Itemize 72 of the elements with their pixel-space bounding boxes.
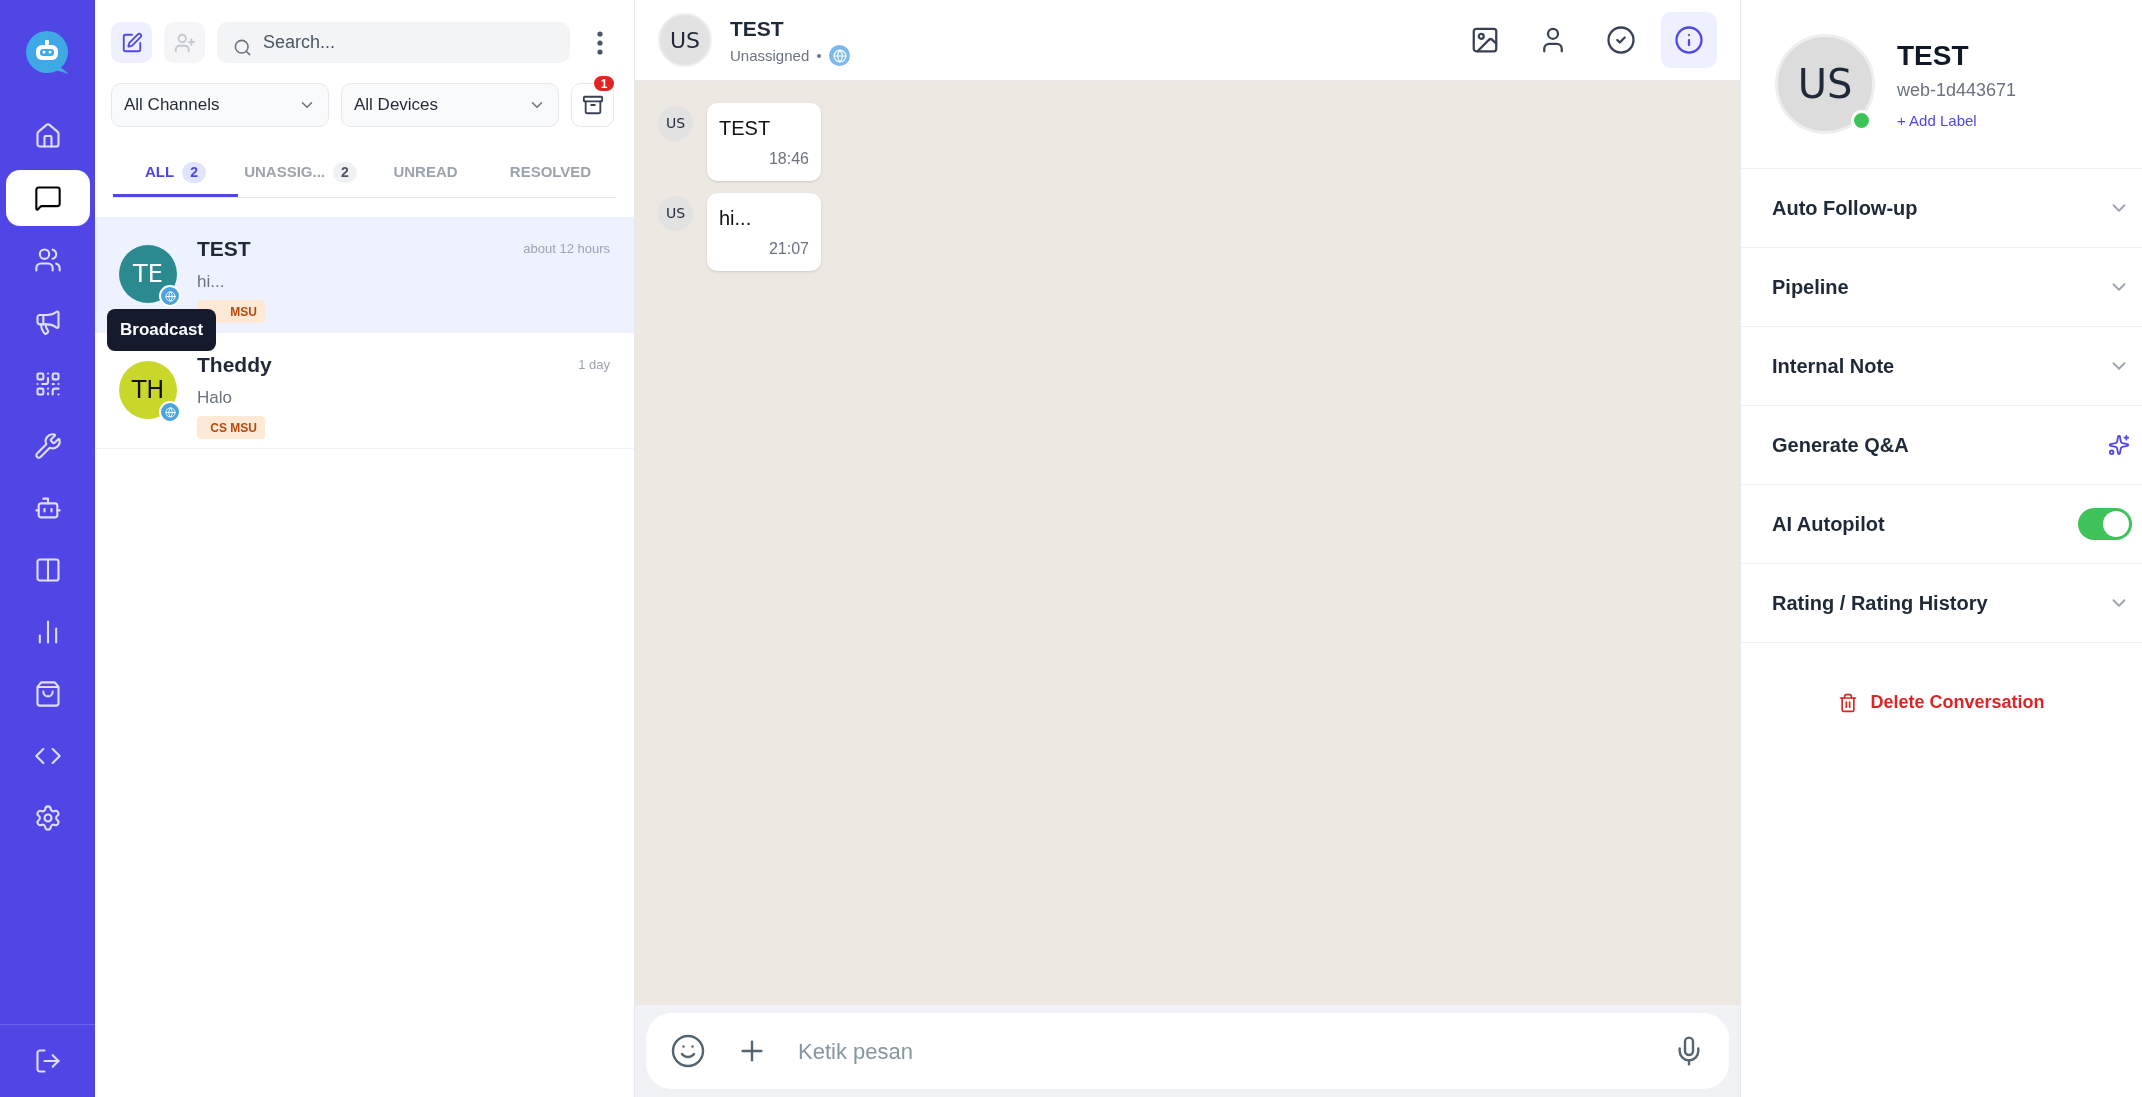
toggle-switch[interactable] (2078, 508, 2132, 540)
search-icon (233, 38, 252, 57)
section-label: Pipeline (1772, 275, 1849, 300)
settings-icon (33, 804, 62, 832)
time-label: 1 day (578, 356, 610, 374)
archive-icon (581, 94, 604, 116)
compose-button[interactable] (111, 22, 152, 63)
user-plus-icon (173, 31, 196, 54)
globe-icon (159, 401, 181, 423)
panel-row[interactable]: Rating / Rating History (1741, 564, 2142, 643)
megaphone-icon (33, 308, 62, 336)
panel-row[interactable]: Generate Q&A (1741, 406, 2142, 485)
pencil-square-icon (120, 31, 143, 54)
tag: CS MSU (197, 416, 265, 439)
sparkles-icon (2108, 434, 2130, 456)
section-label: Internal Note (1772, 354, 1895, 379)
contacts-icon (33, 246, 62, 274)
avatar: TH (119, 361, 177, 419)
contact-name: Theddy (197, 352, 272, 378)
avatar: US (658, 196, 693, 231)
chat-icon (33, 184, 62, 212)
globe-icon (159, 285, 181, 307)
avatar: US (658, 106, 693, 141)
wrench-icon (33, 432, 62, 460)
panel-row[interactable]: Pipeline (1741, 248, 2142, 327)
home-icon (33, 122, 62, 150)
shopping-bag-icon (33, 680, 62, 708)
filter-tab[interactable]: ALL 2 (113, 151, 238, 197)
emoji-icon[interactable] (670, 1033, 706, 1069)
panel-row[interactable]: Auto Follow-up (1741, 169, 2142, 248)
delete-conversation-button[interactable]: Delete Conversation (1838, 689, 2045, 716)
panel-row[interactable]: Internal Note (1741, 327, 2142, 406)
message-time: 18:46 (768, 149, 809, 169)
message-text: hi... (719, 206, 753, 231)
message-preview: Halo (197, 386, 233, 409)
filter-dropdown[interactable]: All Channels (111, 83, 329, 127)
section-label: AI Autopilot (1772, 512, 1885, 537)
check-circle-icon (1606, 25, 1636, 55)
message-composer[interactable]: Ketik pesan (646, 1013, 1729, 1089)
trash-icon (1838, 692, 1859, 713)
avatar: TE (119, 245, 177, 303)
filter-dropdown[interactable]: All Devices (341, 83, 559, 127)
contact-name: TEST (1897, 39, 1970, 74)
toolbar-button[interactable] (1661, 12, 1717, 68)
contact-name: TEST (197, 236, 251, 262)
time-label: about 12 hours (523, 240, 610, 258)
notification-badge: 1 (594, 76, 614, 91)
info-icon (1674, 25, 1704, 55)
logout-button[interactable] (33, 1047, 62, 1075)
search-field[interactable]: Search... (217, 22, 570, 63)
more-icon (597, 30, 603, 55)
section-label: Auto Follow-up (1772, 196, 1918, 221)
avatar: US (1775, 34, 1875, 134)
chat-title: TEST (730, 16, 785, 42)
section-label: Generate Q&A (1772, 433, 1909, 458)
avatar: US (658, 13, 712, 67)
panel-row[interactable]: AI Autopilot (1741, 485, 2142, 564)
globe-icon (829, 45, 851, 67)
nav-item[interactable] (5, 170, 90, 226)
message-time: 21:07 (768, 239, 809, 259)
tooltip: Broadcast (107, 309, 217, 351)
logo-icon[interactable] (24, 30, 71, 76)
columns-icon (33, 556, 62, 584)
add-label-link[interactable]: + Add Label (1897, 110, 1977, 133)
qr-code-icon (33, 370, 62, 398)
image-icon (1470, 25, 1500, 55)
section-label: Rating / Rating History (1772, 591, 1988, 616)
status-label: Unassigned (730, 45, 810, 66)
message-text: TEST (719, 116, 772, 141)
filter-tab[interactable]: UNASSIG... 2 (238, 151, 363, 197)
contact-id: web-1d443671 (1897, 79, 2017, 103)
message-preview: hi... (197, 270, 226, 293)
